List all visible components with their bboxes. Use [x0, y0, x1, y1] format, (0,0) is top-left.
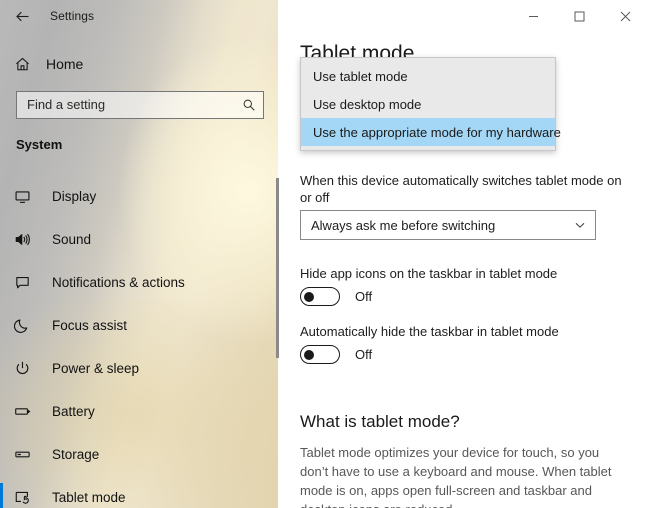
help-heading: What is tablet mode? — [300, 412, 460, 431]
auto-hide-taskbar-label: Automatically hide the taskbar in tablet… — [300, 324, 559, 339]
window-titlebar-left: Settings — [0, 0, 278, 32]
selection-indicator — [0, 483, 3, 508]
sidebar-item-power-sleep[interactable]: Power & sleep — [0, 347, 278, 390]
close-button[interactable] — [602, 0, 648, 32]
sidebar-item-home-label: Home — [46, 56, 84, 72]
monitor-icon — [14, 188, 44, 205]
sidebar-group-header: System — [16, 137, 63, 152]
power-icon — [14, 360, 44, 377]
auto-hide-taskbar-state: Off — [355, 347, 373, 362]
hide-app-icons-toggle[interactable] — [300, 287, 340, 306]
sidebar-item-storage[interactable]: Storage — [0, 433, 278, 476]
dropdown-option-use-tablet-mode[interactable]: Use tablet mode — [301, 62, 555, 90]
auto-switch-dropdown-value: Always ask me before switching — [311, 217, 496, 233]
chevron-down-icon — [565, 219, 595, 231]
minimize-button[interactable] — [510, 0, 556, 32]
storage-icon — [14, 446, 44, 463]
dropdown-option-use-desktop-mode[interactable]: Use desktop mode — [301, 90, 555, 118]
settings-window: Settings Home Find a setting System Disp… — [0, 0, 648, 508]
speaker-icon — [14, 231, 44, 248]
auto-switch-dropdown[interactable]: Always ask me before switching — [300, 210, 596, 240]
hide-app-icons-label: Hide app icons on the taskbar in tablet … — [300, 266, 558, 281]
app-title: Settings — [50, 9, 95, 23]
tablet-mode-dropdown-menu: Use tablet mode Use desktop mode Use the… — [300, 57, 561, 151]
sidebar-item-focus-assist-label: Focus assist — [52, 318, 128, 333]
auto-hide-taskbar-toggle[interactable] — [300, 345, 340, 364]
sidebar-item-sound-label: Sound — [52, 232, 92, 247]
battery-icon — [14, 403, 44, 420]
maximize-button[interactable] — [556, 0, 602, 32]
sidebar-item-home[interactable]: Home — [0, 50, 278, 78]
search-input-placeholder: Find a setting — [27, 97, 106, 112]
sidebar-item-display-label: Display — [52, 189, 97, 204]
window-controls — [510, 0, 648, 32]
sidebar-item-notifications-label: Notifications & actions — [52, 275, 185, 290]
sidebar-item-sound[interactable]: Sound — [0, 218, 278, 261]
sidebar-nav-list: Display Sound Notifications & actions Fo… — [0, 175, 278, 508]
dropdown-option-use-appropriate-mode[interactable]: Use the appropriate mode for my hardware — [301, 118, 561, 146]
sidebar-item-battery-label: Battery — [52, 404, 95, 419]
sidebar-item-tablet-mode[interactable]: Tablet mode — [0, 476, 278, 508]
notification-icon — [14, 274, 44, 291]
search-icon[interactable] — [235, 98, 263, 112]
sidebar: Settings Home Find a setting System Disp… — [0, 0, 278, 508]
moon-icon — [14, 317, 44, 334]
sidebar-item-power-sleep-label: Power & sleep — [52, 361, 140, 376]
sidebar-item-display[interactable]: Display — [0, 175, 278, 218]
sidebar-item-storage-label: Storage — [52, 447, 100, 462]
tablet-mode-icon — [14, 489, 44, 506]
hide-app-icons-toggle-row: Off — [300, 287, 372, 306]
sidebar-item-focus-assist[interactable]: Focus assist — [0, 304, 278, 347]
switch-setting-label: When this device automatically switches … — [300, 173, 622, 205]
toggle-knob — [304, 349, 314, 360]
auto-hide-taskbar-toggle-row: Off — [300, 345, 372, 364]
sidebar-item-tablet-mode-label: Tablet mode — [52, 490, 126, 505]
sidebar-item-battery[interactable]: Battery — [0, 390, 278, 433]
back-arrow-icon[interactable] — [0, 0, 44, 32]
help-body: Tablet mode optimizes your device for to… — [300, 445, 612, 508]
hide-app-icons-state: Off — [355, 289, 373, 304]
sidebar-item-notifications[interactable]: Notifications & actions — [0, 261, 278, 304]
toggle-knob — [304, 291, 314, 302]
home-icon — [0, 56, 44, 73]
search-input[interactable]: Find a setting — [16, 91, 264, 119]
